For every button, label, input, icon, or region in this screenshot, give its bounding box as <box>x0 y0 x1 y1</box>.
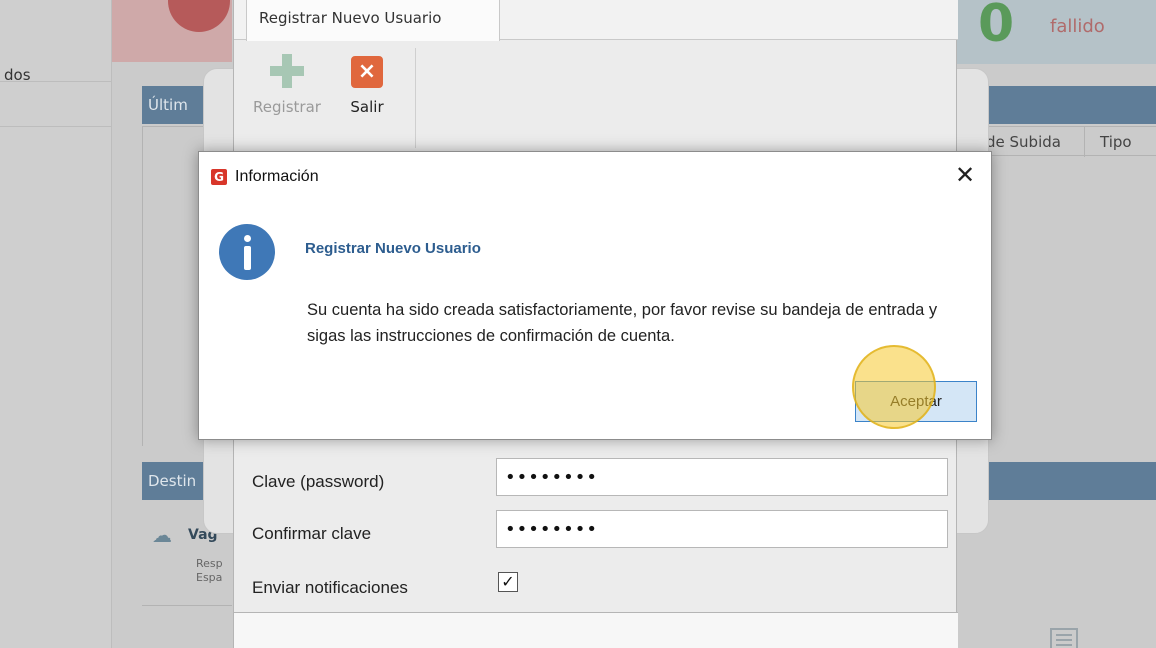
info-icon <box>219 224 275 280</box>
column-header-type[interactable]: Tipo <box>1100 133 1132 151</box>
destination-detail: Espa <box>196 571 223 584</box>
toolbar-separator <box>415 48 416 148</box>
background-sidebar: dos <box>0 0 112 648</box>
dialog-message: Su cuenta ha sido creada satisfactoriame… <box>307 301 938 345</box>
background-nav-row <box>0 82 112 127</box>
tab-strip: Registrar Nuevo Usuario <box>234 0 958 41</box>
tab-register-user[interactable]: Registrar Nuevo Usuario <box>246 0 500 41</box>
failed-label: fallido <box>1050 16 1105 37</box>
window-footer <box>234 613 958 648</box>
plus-icon <box>270 54 304 88</box>
exit-button-label: Salir <box>350 98 384 116</box>
notifications-label: Enviar notificaciones <box>252 578 408 597</box>
close-icon: × <box>351 56 383 88</box>
cloud-icon: ☁ <box>152 523 172 547</box>
background-nav-item[interactable]: dos <box>4 66 31 84</box>
app-logo-icon: G <box>211 169 227 185</box>
password-row: Clave (password) •••••••• <box>234 458 958 508</box>
panel-header-label: Destin <box>148 472 197 490</box>
background-stat-card <box>112 0 232 62</box>
register-button-label: Registrar <box>253 98 321 116</box>
failed-count: 0 <box>978 0 1015 54</box>
confirm-password-row: Confirmar clave •••••••• <box>234 510 958 560</box>
document-icon <box>1050 628 1078 648</box>
dialog-title: Información <box>235 168 319 185</box>
destination-detail: Resp <box>196 557 223 570</box>
click-highlight <box>852 345 936 429</box>
notifications-row: Enviar notificaciones ✓ <box>234 564 958 614</box>
panel-header-label: Últim <box>148 96 188 114</box>
close-button[interactable]: ✕ <box>953 162 977 188</box>
divider <box>142 605 232 606</box>
dialog-heading: Registrar Nuevo Usuario <box>305 240 481 257</box>
confirm-password-field[interactable]: •••••••• <box>496 510 948 548</box>
exit-button[interactable]: × Salir <box>344 50 390 116</box>
password-field[interactable]: •••••••• <box>496 458 948 496</box>
column-separator <box>1084 127 1085 157</box>
confirm-password-label: Confirmar clave <box>252 524 372 543</box>
register-button[interactable]: Registrar <box>252 50 322 116</box>
background-column-header: de Subida Tipo <box>984 126 1156 157</box>
dialog-titlebar[interactable]: G Información ✕ <box>199 152 991 200</box>
background-stat-circle <box>168 0 230 32</box>
password-label: Clave (password) <box>252 472 385 491</box>
column-header-upload[interactable]: de Subida <box>986 133 1061 151</box>
toolbar: Registrar × Salir <box>234 40 958 150</box>
notifications-checkbox[interactable]: ✓ <box>498 572 518 592</box>
background-failed-stat: 0 fallido <box>956 0 1156 64</box>
